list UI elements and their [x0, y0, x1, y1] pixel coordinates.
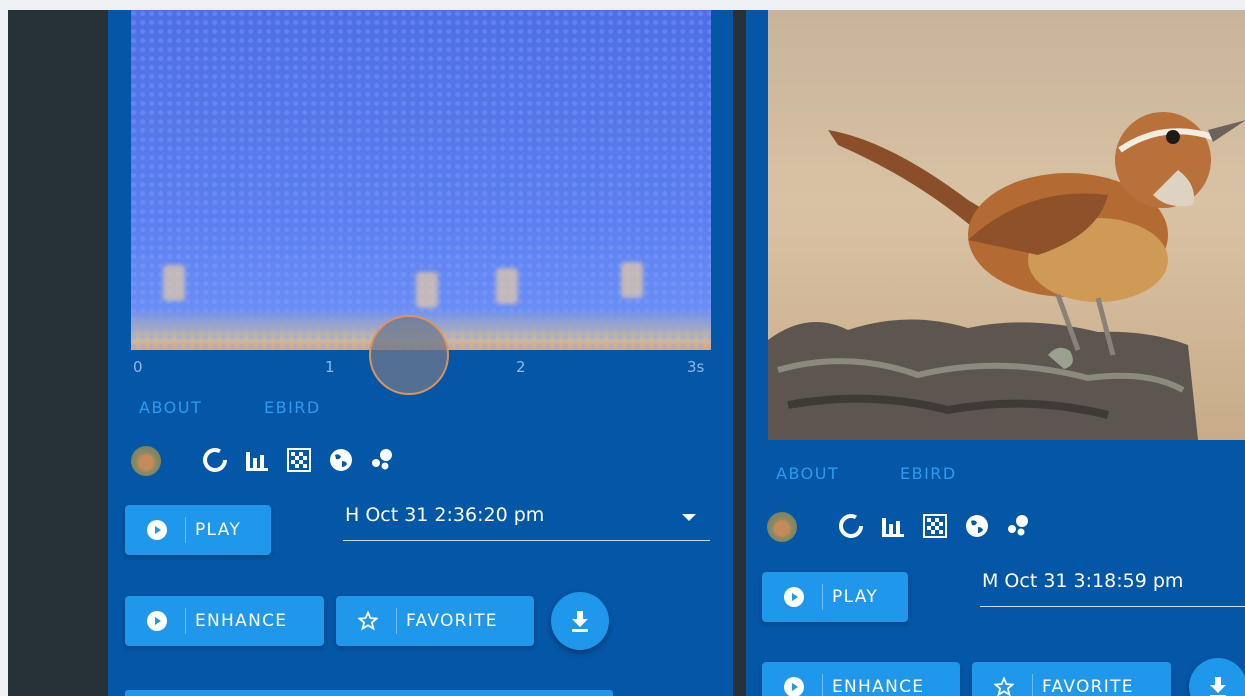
- button-separator: [822, 674, 823, 696]
- star-icon: [357, 610, 379, 631]
- sound-blob: [496, 268, 518, 304]
- about-link[interactable]: ABOUT: [776, 464, 839, 483]
- dropdown-arrow-icon: [682, 514, 696, 521]
- sound-blob: [416, 272, 438, 308]
- favorite-label: FAVORITE: [406, 611, 498, 631]
- next-button-edge[interactable]: [125, 690, 613, 696]
- recording-select-value: M Oct 31 3:18:59 pm: [982, 570, 1184, 592]
- bird-avatar[interactable]: [767, 512, 797, 542]
- card-links: ABOUT EBIRD: [139, 398, 399, 420]
- button-separator: [822, 584, 823, 610]
- playhead-handle[interactable]: [369, 315, 449, 395]
- play-button[interactable]: PLAY: [125, 505, 271, 555]
- play-icon: [784, 587, 804, 607]
- donut-chart-icon[interactable]: [201, 446, 229, 474]
- card-links: ABOUT EBIRD: [776, 464, 1036, 486]
- play-label: PLAY: [832, 587, 879, 607]
- button-separator: [1032, 674, 1033, 696]
- recording-select[interactable]: H Oct 31 2:36:20 pm: [343, 504, 710, 541]
- button-separator: [185, 517, 186, 543]
- button-separator: [396, 608, 397, 634]
- favorite-button[interactable]: FAVORITE: [972, 662, 1171, 696]
- globe-icon[interactable]: [327, 446, 355, 474]
- ebird-link[interactable]: EBIRD: [900, 464, 957, 483]
- recording-card-1: 0 1 2 3s ABOUT EBIRD PLAY H Oct 31 2:36:…: [108, 10, 733, 696]
- enhance-button[interactable]: ENHANCE: [762, 662, 960, 696]
- play-label: PLAY: [195, 520, 242, 540]
- enhance-button[interactable]: ENHANCE: [125, 596, 324, 646]
- bar-chart-icon[interactable]: [879, 512, 907, 540]
- enhance-label: ENHANCE: [832, 677, 925, 696]
- top-strip: [0, 0, 1245, 10]
- checkerboard-icon[interactable]: [921, 512, 949, 540]
- sound-blob: [621, 262, 643, 298]
- axis-tick: 3s: [687, 358, 705, 376]
- checkerboard-icon[interactable]: [285, 446, 313, 474]
- download-button[interactable]: [1189, 658, 1245, 696]
- download-icon: [1210, 677, 1226, 696]
- bird-photo: [768, 10, 1245, 440]
- play-icon: [784, 677, 804, 696]
- analysis-icon-row: [767, 512, 1087, 542]
- spectrogram[interactable]: [131, 10, 711, 350]
- play-button[interactable]: PLAY: [762, 572, 908, 622]
- download-button[interactable]: [551, 592, 609, 650]
- sound-blob: [163, 265, 185, 301]
- axis-tick: 2: [516, 358, 526, 376]
- favorite-label: FAVORITE: [1042, 677, 1134, 696]
- about-link[interactable]: ABOUT: [139, 398, 202, 417]
- scatter-dots-icon[interactable]: [369, 446, 397, 474]
- recording-card-2: ABOUT EBIRD PLAY M Oct 31 3:18:59 pm ENH…: [746, 10, 1245, 696]
- sidebar: [8, 10, 108, 696]
- star-icon: [993, 676, 1015, 696]
- bird-avatar[interactable]: [131, 446, 161, 476]
- donut-chart-icon[interactable]: [837, 512, 865, 540]
- recording-select[interactable]: M Oct 31 3:18:59 pm: [980, 570, 1245, 607]
- axis-tick: 0: [133, 358, 143, 376]
- button-separator: [185, 608, 186, 634]
- play-icon: [147, 611, 167, 631]
- enhance-label: ENHANCE: [195, 611, 288, 631]
- wren-illustration: [768, 112, 1245, 440]
- download-icon: [572, 611, 588, 632]
- globe-icon[interactable]: [963, 512, 991, 540]
- axis-tick: 1: [325, 358, 335, 376]
- bar-chart-icon[interactable]: [243, 446, 271, 474]
- analysis-icon-row: [131, 446, 451, 476]
- recording-select-value: H Oct 31 2:36:20 pm: [345, 504, 545, 526]
- ebird-link[interactable]: EBIRD: [264, 398, 321, 417]
- play-icon: [147, 520, 167, 540]
- scatter-dots-icon[interactable]: [1005, 512, 1033, 540]
- favorite-button[interactable]: FAVORITE: [336, 596, 534, 646]
